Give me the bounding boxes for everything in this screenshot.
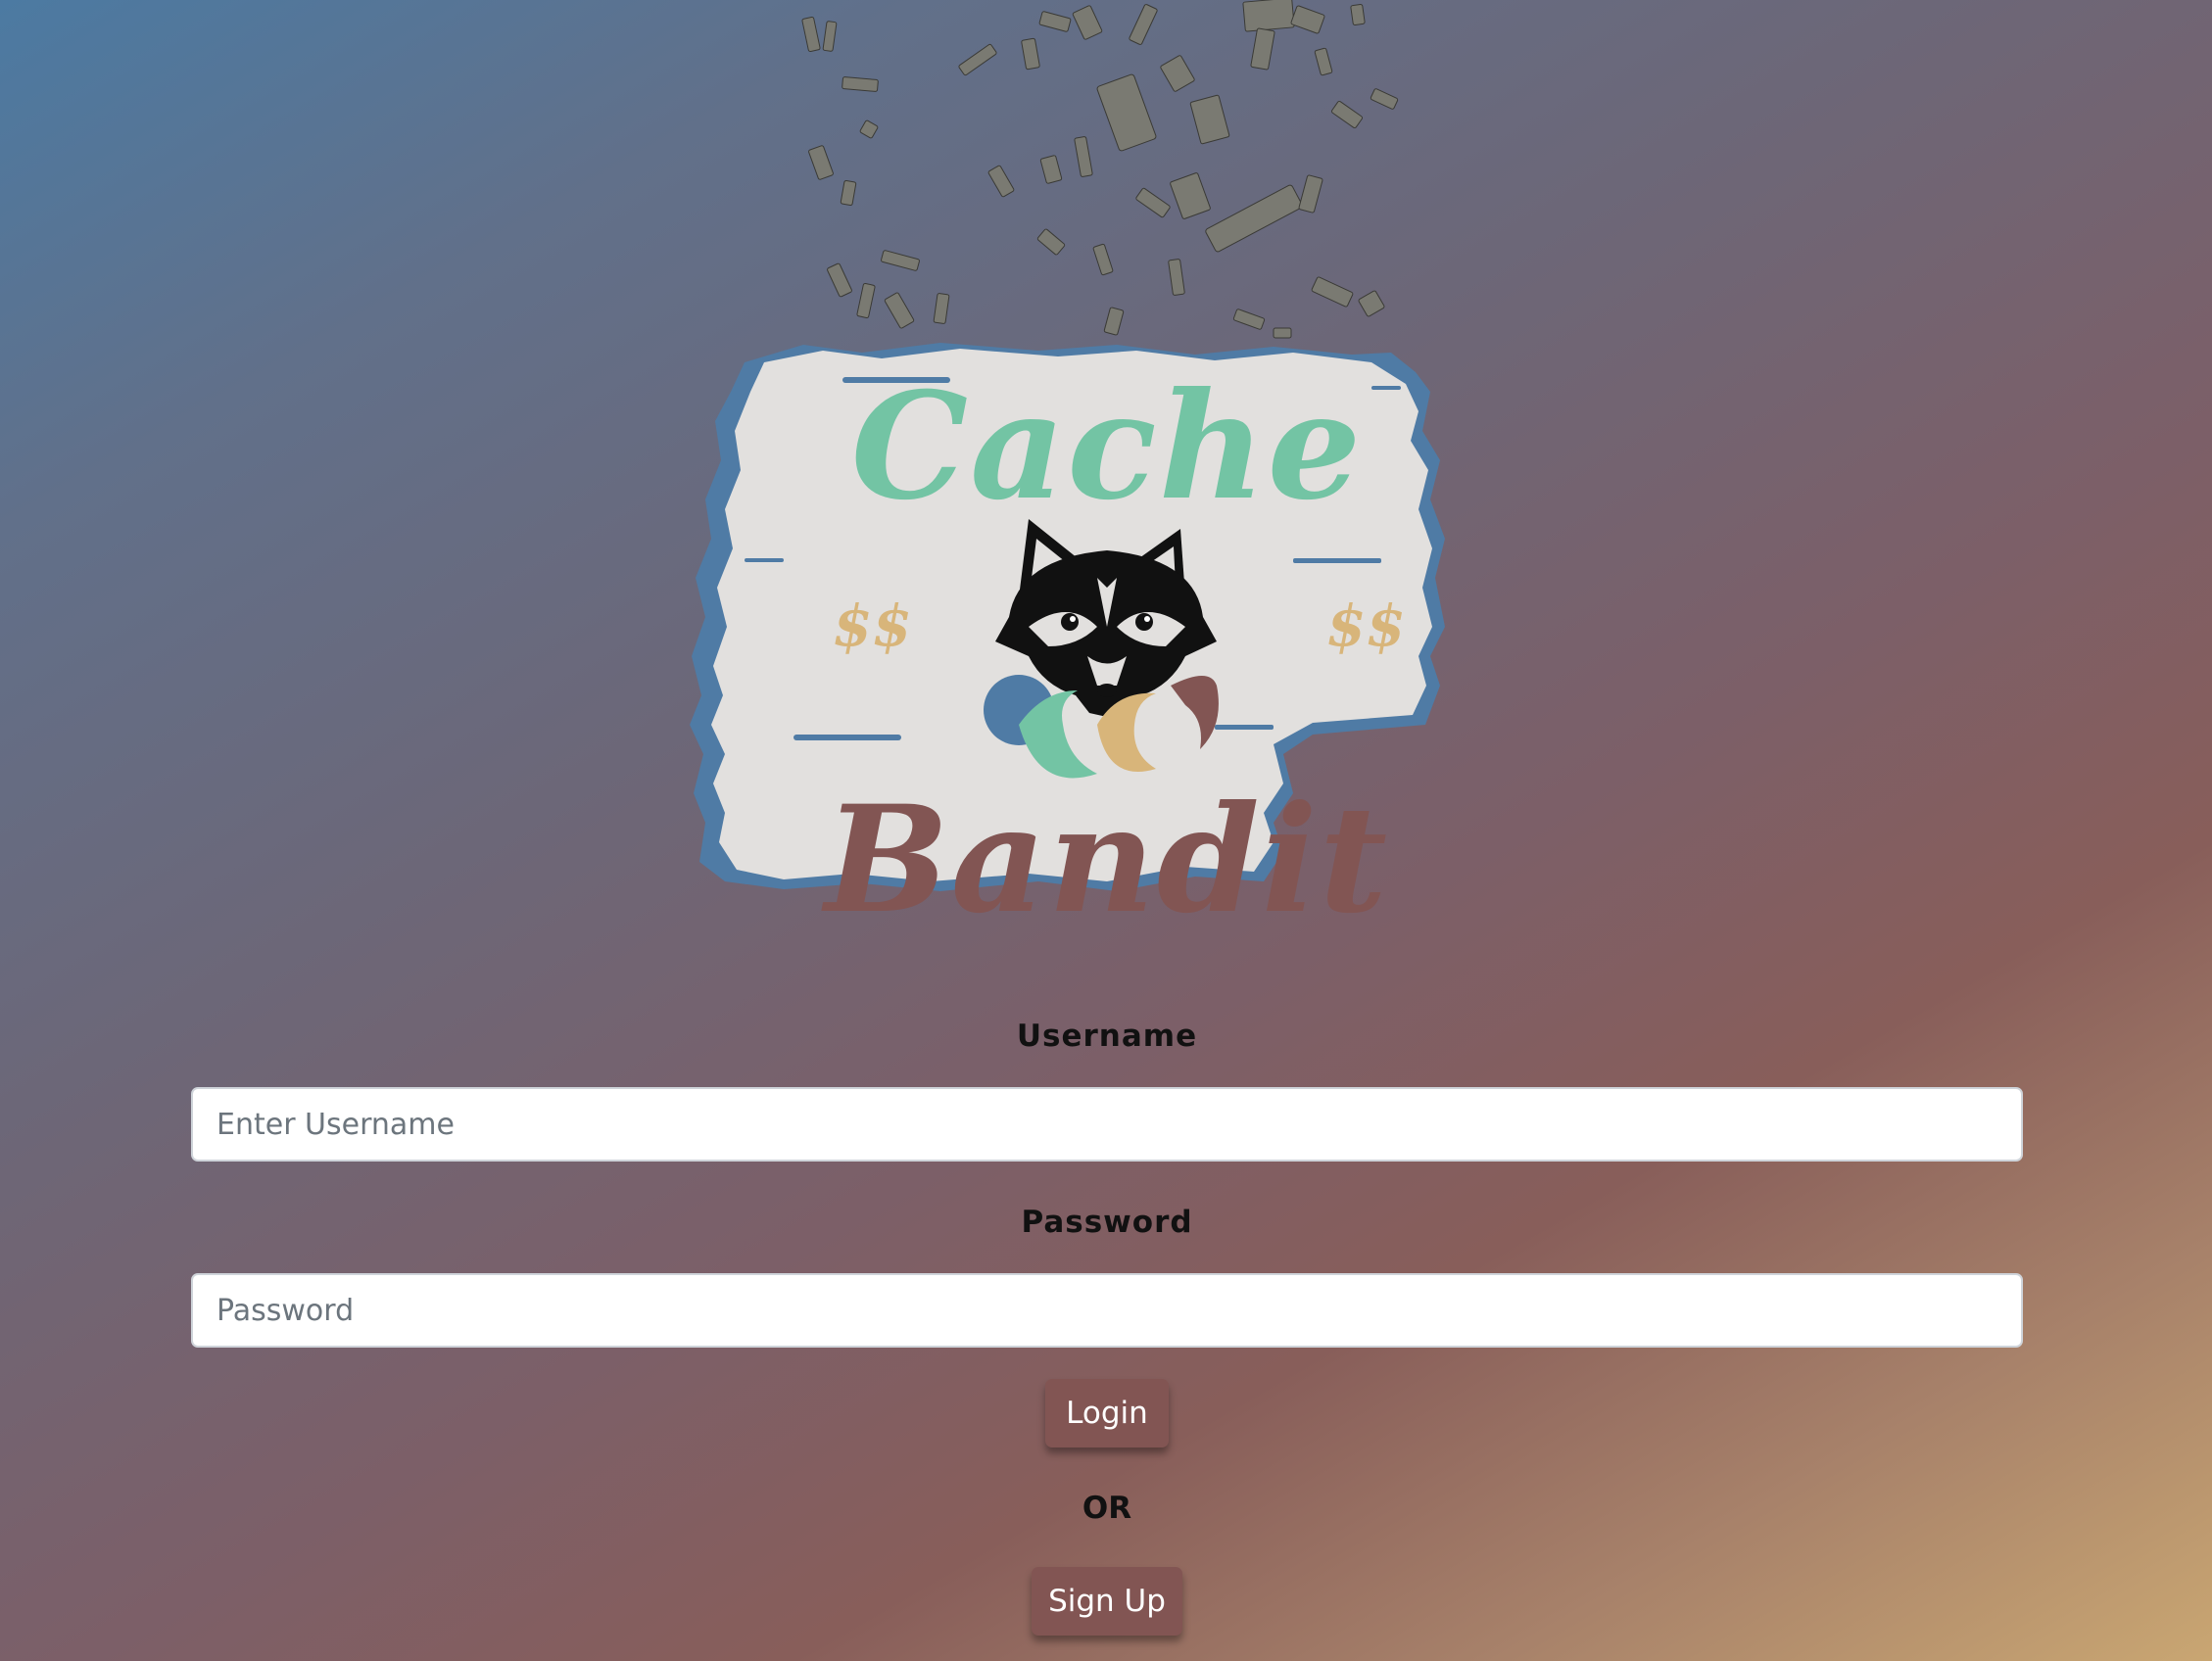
or-separator: OR xyxy=(1082,1491,1132,1526)
raccoon-mascot-icon xyxy=(984,519,1219,779)
cache-bandit-logo: Cache $$ $$ Bandit xyxy=(686,333,1528,946)
logo-text-bandit: Bandit xyxy=(824,774,1390,946)
password-label: Password xyxy=(1021,1205,1193,1240)
falling-money-decoration xyxy=(801,0,1399,339)
login-button[interactable]: Login xyxy=(1045,1379,1169,1447)
signup-button[interactable]: Sign Up xyxy=(1032,1567,1182,1636)
login-form: Username Password Login OR Sign Up xyxy=(191,1019,2023,1636)
username-input[interactable] xyxy=(191,1087,2023,1162)
logo-dollars-right: $$ xyxy=(1326,593,1406,659)
logo-dollars-left: $$ xyxy=(833,593,912,659)
password-input[interactable] xyxy=(191,1273,2023,1348)
username-label: Username xyxy=(1016,1019,1198,1054)
